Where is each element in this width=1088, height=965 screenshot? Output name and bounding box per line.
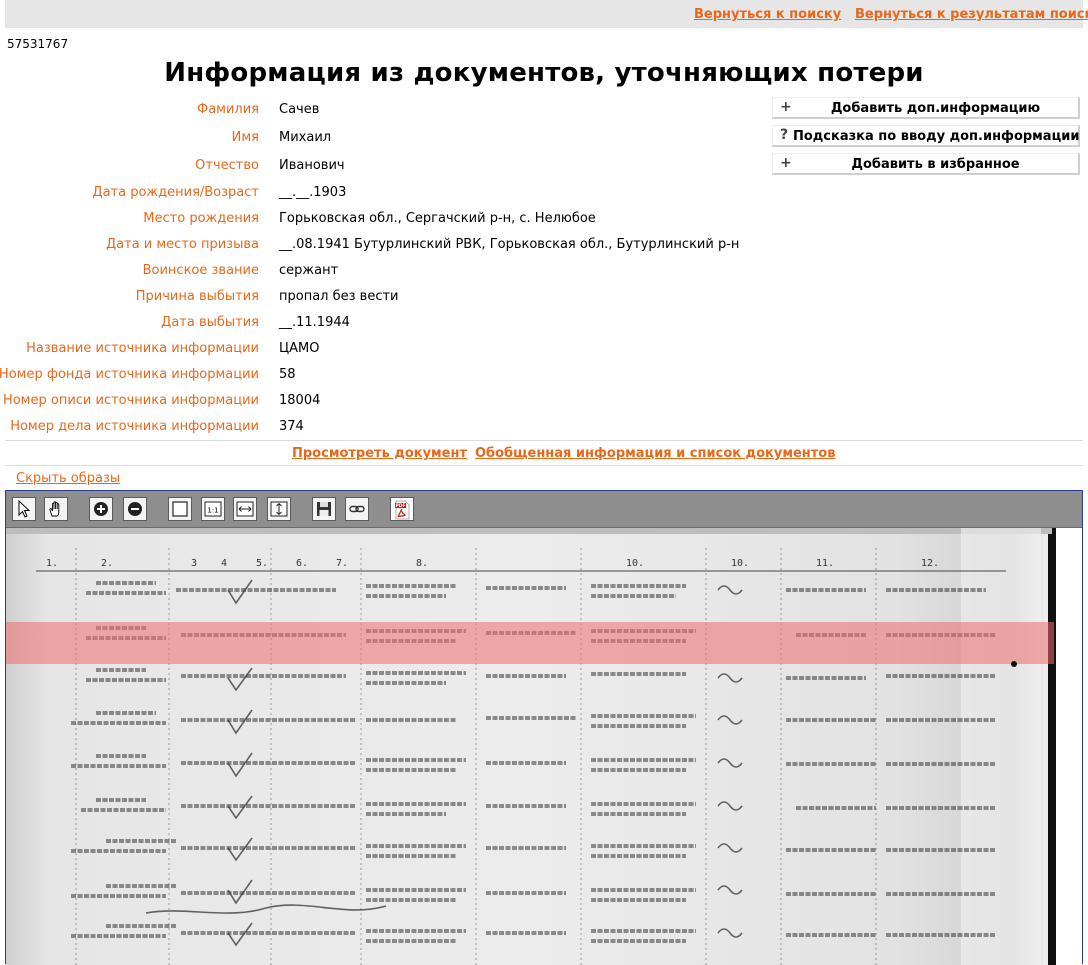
back-to-results-link[interactable]: Вернуться к результатам поиска <box>855 7 1088 22</box>
field-label: Номер описи источника информации <box>2 393 259 408</box>
field-label: Название источника информации <box>26 341 259 356</box>
field-label: Номер фонда источника информации <box>0 367 259 382</box>
field-value: Горьковская обл., Сергачский р-н, с. Нел… <box>279 211 596 226</box>
pointer-tool-button[interactable] <box>12 497 36 521</box>
plus-icon: + <box>780 99 792 115</box>
info-row-birth-date: Дата рождения/Возраст __.__.1903 <box>0 185 760 205</box>
add-favorites-button[interactable]: + Добавить в избранное <box>772 153 1080 175</box>
fit-width-icon <box>236 501 254 517</box>
field-value: Сачев <box>279 102 320 117</box>
pdf-icon: PDF <box>395 500 410 520</box>
hint-label: Подсказка по вводу доп.информации <box>793 129 1080 144</box>
actual-size-icon: 1:1 <box>204 501 222 517</box>
info-row-conscription: Дата и место призыва __.08.1941 Бутурлин… <box>0 237 760 257</box>
fit-width-button[interactable] <box>233 497 257 521</box>
field-label: Место рождения <box>143 211 259 226</box>
svg-text:12.: 12. <box>921 558 939 569</box>
svg-text:2.: 2. <box>101 558 113 569</box>
page-title: Информация из документов, уточняющих пот… <box>164 58 924 88</box>
zoom-out-icon <box>128 502 142 516</box>
field-label: Имя <box>231 130 259 145</box>
field-label: Дата и место призыва <box>106 237 259 252</box>
pdf-export-button[interactable]: PDF <box>390 497 414 521</box>
svg-text:1.: 1. <box>46 558 58 569</box>
add-info-label: Добавить доп.информацию <box>830 101 1041 116</box>
field-value: пропал без вести <box>279 289 399 304</box>
zoom-out-button[interactable] <box>123 497 147 521</box>
field-value: Иванович <box>279 158 345 173</box>
field-value: ЦАМО <box>279 341 320 356</box>
info-row-delo: Номер дела источника информации 374 <box>0 419 760 439</box>
fit-page-button[interactable] <box>168 497 192 521</box>
divider <box>5 465 1083 466</box>
field-value: сержант <box>279 263 339 278</box>
svg-text:11.: 11. <box>816 558 834 569</box>
hand-tool-button[interactable] <box>44 497 68 521</box>
svg-text:8.: 8. <box>416 558 428 569</box>
info-row-rank: Воинское звание сержант <box>0 263 760 283</box>
zoom-in-button[interactable] <box>89 497 113 521</box>
field-value: __.08.1941 Бутурлинский РВК, Горьковская… <box>279 237 740 252</box>
scanned-document-image[interactable]: 1. 2. 3 4 5. 6. 7. 8. 10. 10. 11. 12. <box>6 528 1082 965</box>
svg-text:3: 3 <box>191 558 197 569</box>
info-row-source-name: Название источника информации ЦАМО <box>0 341 760 361</box>
link-button[interactable] <box>345 497 369 521</box>
highlighted-record-row <box>6 622 1054 664</box>
field-label: Фамилия <box>197 102 259 117</box>
document-viewer: 1:1 PDF 1. 2. 3 4 5. 6. 7. 8. 10. 10. 11… <box>5 490 1083 965</box>
svg-text:7.: 7. <box>336 558 348 569</box>
field-value: 58 <box>279 367 296 382</box>
field-label: Причина выбытия <box>135 289 259 304</box>
field-label: Номер дела источника информации <box>10 419 259 434</box>
info-row-reason: Причина выбытия пропал без вести <box>0 289 760 309</box>
field-value: 18004 <box>279 393 321 408</box>
save-button[interactable] <box>312 497 336 521</box>
field-value: __.__.1903 <box>279 185 347 200</box>
hint-button[interactable]: ? Подсказка по вводу доп.информации <box>772 125 1080 147</box>
field-value: __.11.1944 <box>279 315 350 330</box>
viewer-toolbar: 1:1 PDF <box>6 491 1082 528</box>
info-row-opis: Номер описи источника информации 18004 <box>0 393 760 413</box>
svg-text:10.: 10. <box>626 558 644 569</box>
field-label: Дата выбытия <box>161 315 259 330</box>
field-label: Отчество <box>195 158 259 173</box>
divider <box>5 440 1083 441</box>
add-info-button[interactable]: + Добавить доп.информацию <box>772 97 1080 119</box>
view-document-link[interactable]: Просмотреть документ <box>292 446 467 461</box>
zoom-in-icon <box>94 502 108 516</box>
info-row-name: Имя Михаил <box>0 130 760 150</box>
save-icon <box>317 502 331 516</box>
back-to-search-link[interactable]: Вернуться к поиску <box>694 7 841 22</box>
field-value: 374 <box>279 419 304 434</box>
page-icon <box>172 501 188 517</box>
field-label: Дата рождения/Возраст <box>92 185 259 200</box>
hand-icon <box>49 501 60 517</box>
fit-height-button[interactable] <box>267 497 291 521</box>
fit-height-icon <box>270 501 288 517</box>
pointer-icon <box>18 500 31 518</box>
info-row-fond: Номер фонда источника информации 58 <box>0 367 760 387</box>
info-row-surname: Фамилия Сачев <box>0 102 760 122</box>
plus-icon: + <box>780 155 792 171</box>
info-row-loss-date: Дата выбытия __.11.1944 <box>0 315 760 335</box>
info-row-patronymic: Отчество Иванович <box>0 158 760 178</box>
svg-text:5.: 5. <box>256 558 268 569</box>
field-value: Михаил <box>279 130 332 145</box>
svg-text:10.: 10. <box>731 558 749 569</box>
hide-images-link[interactable]: Скрыть образы <box>16 471 120 486</box>
record-id: 57531767 <box>7 37 69 51</box>
field-label: Воинское звание <box>142 263 259 278</box>
document-scan: 1. 2. 3 4 5. 6. 7. 8. 10. 10. 11. 12. <box>6 528 1082 965</box>
question-icon: ? <box>780 127 789 143</box>
svg-text:1:1: 1:1 <box>207 507 218 515</box>
summary-link[interactable]: Обобщенная информация и список документо… <box>475 446 835 461</box>
svg-text:PDF: PDF <box>395 503 405 509</box>
info-row-birth-place: Место рождения Горьковская обл., Сергачс… <box>0 211 760 231</box>
svg-text:6.: 6. <box>296 558 308 569</box>
svg-text:4: 4 <box>221 558 227 569</box>
link-icon <box>349 505 365 513</box>
actual-size-button[interactable]: 1:1 <box>201 497 225 521</box>
add-favorites-label: Добавить в избранное <box>851 157 1020 172</box>
